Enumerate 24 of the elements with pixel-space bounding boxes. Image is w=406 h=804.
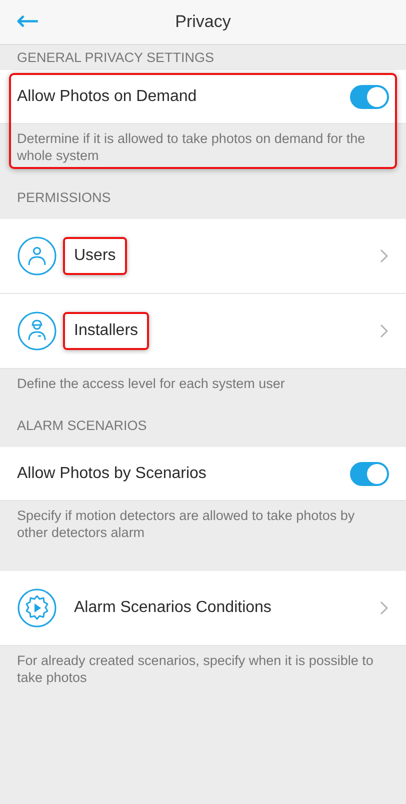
toggle-switch[interactable] xyxy=(350,462,389,486)
list-item[interactable]: Installers xyxy=(0,294,406,369)
row-label: Allow Photos by Scenarios xyxy=(17,464,208,482)
row-label: Users xyxy=(63,237,127,275)
gear-play-icon xyxy=(17,588,57,628)
section-description: Define the access level for each system user xyxy=(16,375,286,393)
person-icon xyxy=(17,236,57,276)
list-item[interactable]: Users xyxy=(0,219,406,294)
row-label: Allow Photos on Demand xyxy=(17,88,198,106)
toggle-switch[interactable] xyxy=(350,84,389,108)
row-label: Alarm Scenarios Conditions xyxy=(73,598,272,618)
section-description: For already created scenarios, specify when it is possible to take photos xyxy=(16,652,374,687)
list-item[interactable]: Alarm Scenarios Conditions xyxy=(0,571,406,646)
section-header: GENERAL PRIVACY SETTINGS xyxy=(16,49,216,67)
screen-title: Privacy xyxy=(175,12,231,32)
section-header: ALARM SCENARIOS xyxy=(16,417,148,435)
row-label: Installers xyxy=(63,312,150,350)
chevron-right-icon xyxy=(379,600,389,616)
section-header: PERMISSIONS xyxy=(16,189,112,207)
person-with-cap-icon xyxy=(17,311,57,351)
chevron-right-icon xyxy=(379,248,389,264)
section-description: Specify if motion detectors are allowed to take photos by other detectors alarm xyxy=(16,507,356,542)
section-description: Determine if it is allowed to take photos on demand for the whole system xyxy=(16,130,366,165)
chevron-right-icon xyxy=(379,323,389,339)
